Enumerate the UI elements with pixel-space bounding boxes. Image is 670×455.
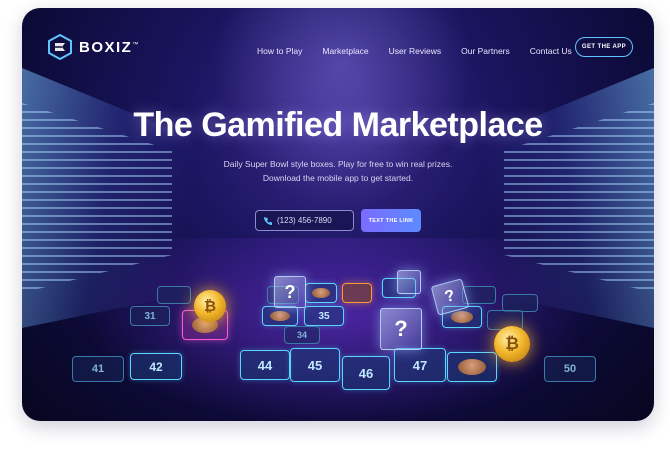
board-tile: 46 bbox=[342, 356, 390, 390]
brand-logo[interactable]: BOXIZ™ bbox=[47, 34, 140, 60]
board-tile bbox=[157, 286, 191, 304]
board-tile: 45 bbox=[290, 348, 340, 382]
text-the-link-button[interactable]: TEXT THE LINK bbox=[361, 209, 421, 232]
nav-link-how-to-play[interactable]: How to Play bbox=[257, 46, 302, 56]
board-tile: 47 bbox=[394, 348, 446, 382]
game-board-illustration: 31 35 34 41 42 44 45 46 47 50 ? ? ? ₿ ₿ bbox=[22, 238, 654, 421]
board-tile: 34 bbox=[284, 326, 320, 344]
board-tile: 44 bbox=[240, 350, 290, 380]
board-tile: 42 bbox=[130, 353, 182, 380]
hero-subtitle: Daily Super Bowl style boxes. Play for f… bbox=[223, 159, 453, 183]
nav-link-user-reviews[interactable]: User Reviews bbox=[389, 46, 441, 56]
board-tile bbox=[305, 283, 337, 303]
avatar bbox=[450, 311, 474, 323]
get-the-app-button[interactable]: GET THE APP bbox=[575, 37, 633, 57]
board-tile: 31 bbox=[130, 306, 170, 326]
board-tile bbox=[447, 352, 497, 382]
mystery-box bbox=[397, 270, 421, 294]
avatar bbox=[457, 358, 487, 376]
phone-field[interactable] bbox=[255, 210, 354, 231]
nav-link-contact-us[interactable]: Contact Us bbox=[530, 46, 572, 56]
hero-title: The Gamified Marketplace bbox=[133, 106, 543, 144]
phone-input[interactable] bbox=[277, 216, 347, 225]
app-window: BOXIZ™ How to Play Marketplace User Revi… bbox=[22, 8, 654, 421]
top-navigation: BOXIZ™ How to Play Marketplace User Revi… bbox=[22, 8, 654, 86]
board-tile bbox=[262, 306, 298, 326]
board-tile bbox=[342, 283, 372, 303]
bitcoin-coin: ₿ bbox=[494, 326, 530, 362]
mystery-box: ? bbox=[380, 308, 422, 350]
boxiz-logo-icon bbox=[48, 34, 72, 60]
nav-link-our-partners[interactable]: Our Partners bbox=[461, 46, 510, 56]
avatar bbox=[269, 310, 291, 322]
phone-icon bbox=[264, 216, 272, 225]
nav-link-marketplace[interactable]: Marketplace bbox=[322, 46, 368, 56]
board-tile: 35 bbox=[304, 306, 344, 326]
board-tile: 50 bbox=[544, 356, 596, 382]
avatar bbox=[312, 287, 330, 299]
mystery-box: ? bbox=[274, 276, 306, 308]
nav-links: How to Play Marketplace User Reviews Our… bbox=[257, 46, 592, 56]
brand-name: BOXIZ™ bbox=[79, 38, 140, 56]
bitcoin-coin: ₿ bbox=[194, 290, 226, 322]
board-tile: 41 bbox=[72, 356, 124, 382]
